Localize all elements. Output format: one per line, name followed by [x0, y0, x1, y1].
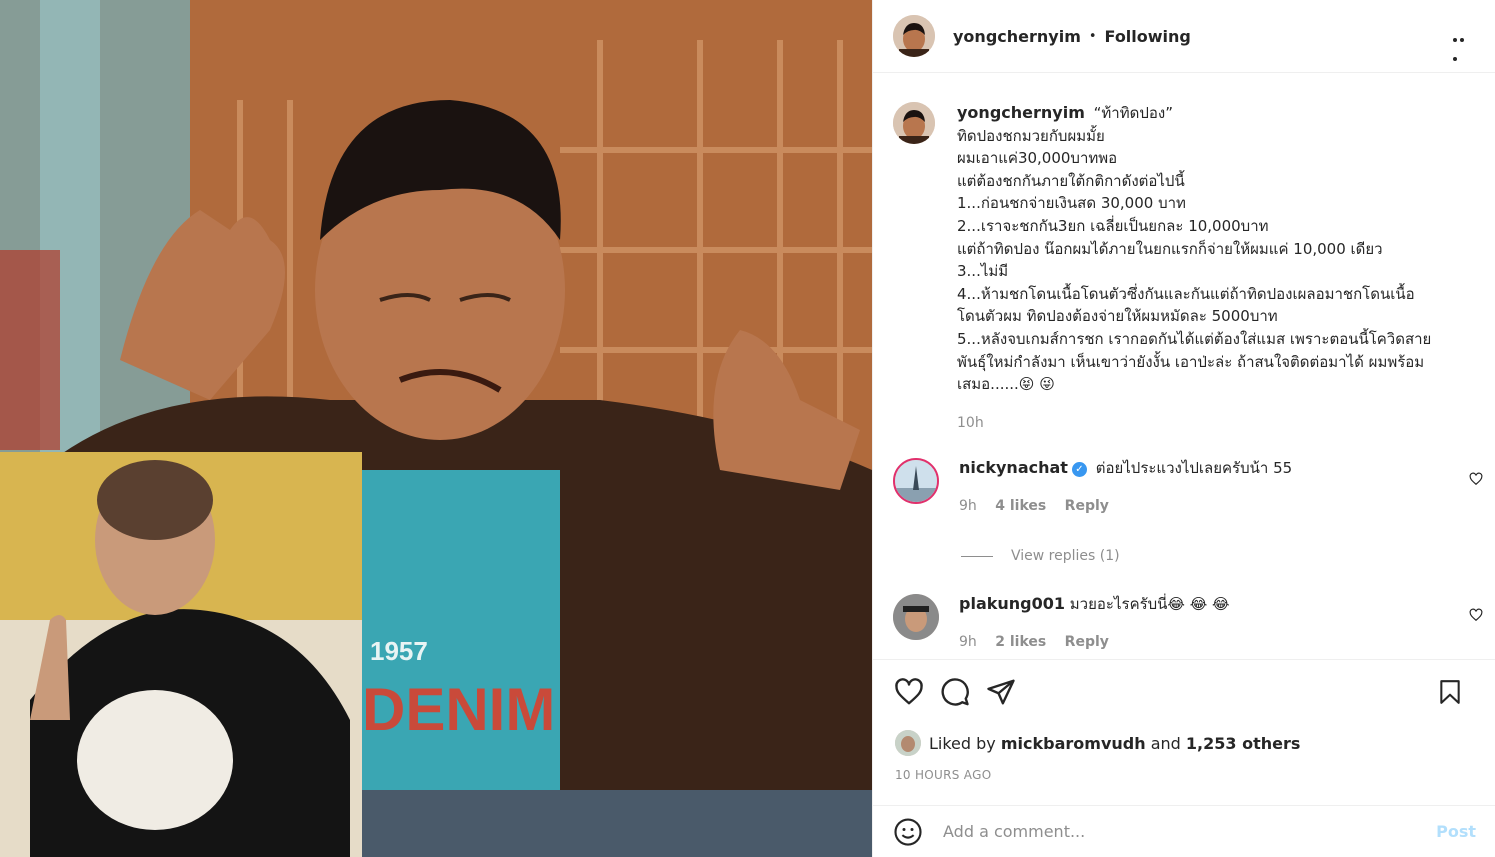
- reply-button[interactable]: Reply: [1065, 498, 1109, 514]
- caption-line: 1...ก่อนชกจ่ายเงินสด 30,000 บาท: [957, 194, 1186, 213]
- liked-by-user[interactable]: mickbaromvudh: [1001, 734, 1146, 753]
- caption-line: 5...หลังจบเกมส์การชก เรากอดกันได้แต่ต้อง…: [957, 329, 1432, 348]
- likes-summary: Liked by mickbaromvudh and 1,253 others: [895, 730, 1300, 756]
- comment-text: ต่อยไประแวงไปเลยครับน้า 55: [1095, 459, 1293, 477]
- comment-username[interactable]: plakung001: [959, 594, 1065, 613]
- view-replies-label: View replies (1): [1011, 548, 1120, 564]
- following-button[interactable]: Following: [1105, 27, 1191, 46]
- comment-item: plakung001 มวยอะไรครับนี่😂 😂 😂 9h 2 like…: [893, 594, 1483, 652]
- paper-plane-icon[interactable]: [985, 676, 1017, 708]
- caption-line: พันธุ์ใหม่กำลังมา เห็นเขาว่ายังงั้น เอาป…: [957, 352, 1425, 371]
- post-sidebar: yongchernyim • Following yongchernyim “ท…: [872, 0, 1495, 857]
- caption-line: ทิดปองชกมวยกับผมมั้ย: [957, 126, 1105, 145]
- comment-meta: 9h 2 likes Reply: [959, 632, 1230, 652]
- post-header: yongchernyim • Following: [873, 0, 1495, 73]
- caption-line: 3...ไม่มี: [957, 262, 1009, 281]
- action-icons: [893, 676, 1031, 708]
- caption-username[interactable]: yongchernyim: [957, 103, 1085, 122]
- comment-likes[interactable]: 4 likes: [995, 498, 1046, 514]
- verified-badge-icon: ✓: [1071, 462, 1087, 477]
- caption-line: แต่ถ้าทิดปอง น๊อกผมได้ภายในยกแรกก็จ่ายให…: [957, 239, 1383, 258]
- caption-line: แต่ต้องชกกันภายใต้กติกาดังต่อไปนี้: [957, 171, 1185, 190]
- add-comment-bar: Post: [873, 805, 1495, 857]
- caption-timestamp[interactable]: 10h: [957, 412, 1487, 435]
- post-caption: yongchernyim “ท้าทิดปอง” ทิดปองชกมวยกับผ…: [893, 102, 1487, 434]
- svg-text:DENIM: DENIM: [362, 676, 555, 743]
- comment-likes[interactable]: 2 likes: [995, 634, 1046, 650]
- caption-line: “ท้าทิดปอง”: [1093, 104, 1173, 122]
- caption-line: 4...ห้ามชกโดนเนื้อโดนตัวซึ่งกันและกันแต่…: [957, 284, 1415, 303]
- comment-like-heart-icon[interactable]: [1469, 472, 1483, 486]
- caption-body: yongchernyim “ท้าทิดปอง” ทิดปองชกมวยกับผ…: [957, 102, 1487, 434]
- comment-item: nickynachat ✓ ต่อยไประแวงไปเลยครับน้า 55 …: [893, 458, 1483, 516]
- comment-time[interactable]: 9h: [959, 498, 977, 514]
- comment-bubble-icon[interactable]: [939, 676, 971, 708]
- svg-text:1957: 1957: [370, 636, 428, 666]
- liked-by-prefix: Liked by: [929, 733, 996, 753]
- more-options-icon[interactable]: [1453, 27, 1473, 61]
- comment-meta: 9h 4 likes Reply: [959, 496, 1292, 516]
- caption-author-avatar[interactable]: [893, 102, 935, 144]
- comment-body: plakung001 มวยอะไรครับนี่😂 😂 😂 9h 2 like…: [959, 594, 1230, 652]
- header-separator: •: [1088, 28, 1097, 44]
- commenter-avatar[interactable]: [893, 458, 939, 504]
- liked-by-and: and: [1150, 733, 1181, 753]
- emoji-smile-icon[interactable]: [893, 817, 923, 847]
- comment-time[interactable]: 9h: [959, 634, 977, 650]
- comment-like-heart-icon[interactable]: [1469, 608, 1483, 622]
- comment-username[interactable]: nickynachat: [959, 458, 1068, 477]
- liker-avatar[interactable]: [895, 730, 921, 756]
- post-image[interactable]: 1957 DENIM: [0, 0, 872, 857]
- caption-line: ผมเอาแค่30,000บาทพอ: [957, 149, 1118, 168]
- post-timestamp[interactable]: 10 HOURS AGO: [895, 768, 991, 782]
- caption-line: เสมอ......😝 😜: [957, 375, 1055, 394]
- caption-line: โดนตัวผม ทิดปองต้องจ่ายให้ผมหมัดละ 5000บ…: [957, 307, 1278, 326]
- commenter-avatar[interactable]: [893, 594, 939, 640]
- view-replies-line: [961, 555, 993, 557]
- comment-text: มวยอะไรครับนี่😂 😂 😂: [1069, 595, 1230, 613]
- author-username[interactable]: yongchernyim: [953, 27, 1081, 46]
- heart-icon[interactable]: [893, 676, 925, 708]
- comments-section[interactable]: yongchernyim “ท้าทิดปอง” ทิดปองชกมวยกับผ…: [873, 74, 1495, 659]
- post-photo-illustration: 1957 DENIM: [0, 0, 872, 857]
- caption-line: 2...เราจะชกกัน3ยก เฉลี่ยเป็นยกละ 10,000บ…: [957, 216, 1269, 235]
- post-comment-button[interactable]: Post: [1436, 822, 1476, 841]
- view-replies-button[interactable]: View replies (1): [961, 548, 1120, 564]
- instagram-post: 1957 DENIM yongchernyim • Following yong…: [0, 0, 1495, 857]
- post-actions: Liked by mickbaromvudh and 1,253 others …: [873, 659, 1495, 805]
- bookmark-icon[interactable]: [1434, 676, 1466, 708]
- comment-input[interactable]: [943, 822, 1437, 841]
- reply-button[interactable]: Reply: [1065, 634, 1109, 650]
- author-avatar[interactable]: [893, 15, 935, 57]
- comment-body: nickynachat ✓ ต่อยไประแวงไปเลยครับน้า 55 …: [959, 458, 1292, 516]
- liked-by-others[interactable]: 1,253 others: [1186, 734, 1300, 753]
